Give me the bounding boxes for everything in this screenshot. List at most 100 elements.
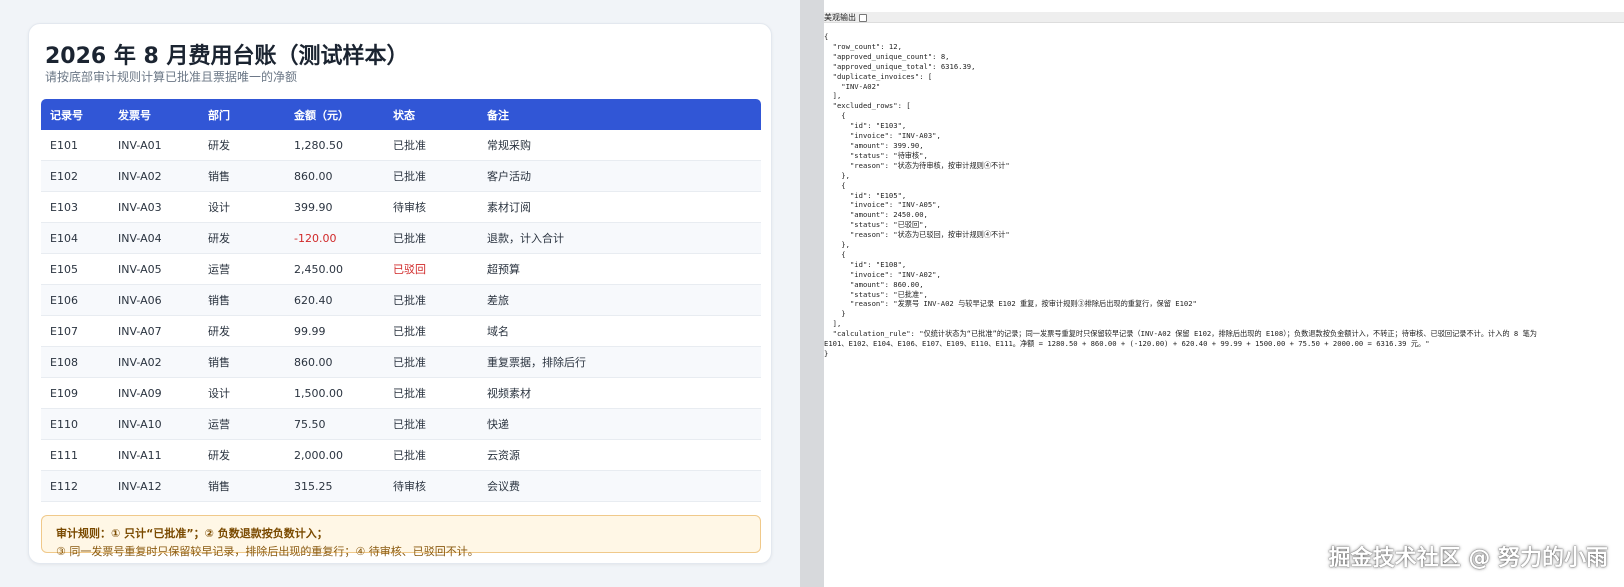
cell-amount: 399.90 bbox=[285, 192, 384, 223]
cell-amount: 2,450.00 bbox=[285, 254, 384, 285]
cell-note: 素材订阅 bbox=[478, 192, 761, 223]
cell-note: 云资源 bbox=[478, 440, 761, 471]
table-row: E110 INV-A10 运营 75.50 已批准 快递 bbox=[41, 409, 761, 440]
cell-amount: -120.00 bbox=[285, 223, 384, 254]
cell-invoice: INV-A05 bbox=[109, 254, 199, 285]
cell-id: E108 bbox=[41, 347, 109, 378]
cell-id: E110 bbox=[41, 409, 109, 440]
cell-note: 客户活动 bbox=[478, 161, 761, 192]
cell-dept: 运营 bbox=[199, 409, 285, 440]
cell-id: E111 bbox=[41, 440, 109, 471]
column-header-dept: 部门 bbox=[199, 99, 285, 130]
cell-note: 常规采购 bbox=[478, 130, 761, 161]
table-row: E107 INV-A07 研发 99.99 已批准 域名 bbox=[41, 316, 761, 347]
cell-invoice: INV-A02 bbox=[109, 347, 199, 378]
cell-note: 域名 bbox=[478, 316, 761, 347]
cell-status: 待审核 bbox=[384, 471, 478, 502]
cell-note: 会议费 bbox=[478, 471, 761, 502]
cell-note: 超预算 bbox=[478, 254, 761, 285]
cell-amount: 2,000.00 bbox=[285, 440, 384, 471]
cell-dept: 研发 bbox=[199, 440, 285, 471]
ledger-card: 2026 年 8 月费用台账（测试样本） 请按底部审计规则计算已批准且票据唯一的… bbox=[28, 23, 772, 564]
json-toolbar bbox=[824, 12, 1624, 23]
cell-id: E109 bbox=[41, 378, 109, 409]
cell-status: 已批准 bbox=[384, 409, 478, 440]
cell-invoice: INV-A09 bbox=[109, 378, 199, 409]
ledger-table-wrap: 记录号 发票号 部门 金额（元） 状态 备注 E101 INV-A01 研发 1,28… bbox=[41, 99, 761, 502]
cell-dept: 研发 bbox=[199, 316, 285, 347]
cell-dept: 研发 bbox=[199, 130, 285, 161]
table-header-row: 记录号 发票号 部门 金额（元） 状态 备注 bbox=[41, 99, 761, 130]
json-output-pane: 美观输出 { "row_count": 12, "approved_unique… bbox=[824, 0, 1624, 587]
pane-divider[interactable] bbox=[800, 0, 824, 587]
table-row: E106 INV-A06 销售 620.40 已批准 差旅 bbox=[41, 285, 761, 316]
cell-id: E106 bbox=[41, 285, 109, 316]
cell-invoice: INV-A06 bbox=[109, 285, 199, 316]
cell-amount: 620.40 bbox=[285, 285, 384, 316]
cell-status: 已批准 bbox=[384, 223, 478, 254]
cell-status: 已批准 bbox=[384, 130, 478, 161]
audit-rule-line1: 审计规则：① 只计“已批准”；② 负数退款按负数计入； bbox=[56, 527, 328, 540]
cell-note: 重复票据，排除后行 bbox=[478, 347, 761, 378]
cell-status: 已批准 bbox=[384, 440, 478, 471]
column-header-note: 备注 bbox=[478, 99, 761, 130]
cell-id: E112 bbox=[41, 471, 109, 502]
audit-rule-box: 审计规则：① 只计“已批准”；② 负数退款按负数计入； ③ 同一发票号重复时只保… bbox=[41, 515, 761, 558]
table-row: E104 INV-A04 研发 -120.00 已批准 退款，计入合计 bbox=[41, 223, 761, 254]
cell-id: E105 bbox=[41, 254, 109, 285]
cell-invoice: INV-A04 bbox=[109, 223, 199, 254]
cell-dept: 销售 bbox=[199, 161, 285, 192]
cell-status: 已批准 bbox=[384, 378, 478, 409]
cell-invoice: INV-A02 bbox=[109, 161, 199, 192]
cell-amount: 99.99 bbox=[285, 316, 384, 347]
cell-invoice: INV-A01 bbox=[109, 130, 199, 161]
table-row: E105 INV-A05 运营 2,450.00 已驳回 超预算 bbox=[41, 254, 761, 285]
cell-amount: 1,280.50 bbox=[285, 130, 384, 161]
pretty-print-label: 美观输出 bbox=[824, 13, 856, 22]
cell-status: 待审核 bbox=[384, 192, 478, 223]
cell-status: 已批准 bbox=[384, 285, 478, 316]
cell-id: E101 bbox=[41, 130, 109, 161]
cell-amount: 860.00 bbox=[285, 161, 384, 192]
table-row: E103 INV-A03 设计 399.90 待审核 素材订阅 bbox=[41, 192, 761, 223]
column-header-amount: 金额（元） bbox=[285, 99, 384, 130]
cell-dept: 研发 bbox=[199, 223, 285, 254]
cell-amount: 860.00 bbox=[285, 347, 384, 378]
audit-rule-line2: ③ 同一发票号重复时只保留较早记录，排除后出现的重复行；④ 待审核、已驳回不计。 bbox=[56, 545, 479, 558]
cell-invoice: INV-A12 bbox=[109, 471, 199, 502]
table-row: E111 INV-A11 研发 2,000.00 已批准 云资源 bbox=[41, 440, 761, 471]
cell-id: E102 bbox=[41, 161, 109, 192]
cell-note: 差旅 bbox=[478, 285, 761, 316]
cell-status: 已驳回 bbox=[384, 254, 478, 285]
cell-dept: 设计 bbox=[199, 378, 285, 409]
left-pane: 2026 年 8 月费用台账（测试样本） 请按底部审计规则计算已批准且票据唯一的… bbox=[0, 0, 800, 587]
table-row: E102 INV-A02 销售 860.00 已批准 客户活动 bbox=[41, 161, 761, 192]
cell-id: E103 bbox=[41, 192, 109, 223]
cell-id: E107 bbox=[41, 316, 109, 347]
cell-invoice: INV-A10 bbox=[109, 409, 199, 440]
table-row: E112 INV-A12 销售 315.25 待审核 会议费 bbox=[41, 471, 761, 502]
cell-status: 已批准 bbox=[384, 161, 478, 192]
pretty-print-toggle[interactable]: 美观输出 bbox=[824, 12, 867, 23]
pretty-print-checkbox[interactable] bbox=[859, 13, 867, 22]
cell-status: 已批准 bbox=[384, 316, 478, 347]
cell-dept: 运营 bbox=[199, 254, 285, 285]
table-row: E108 INV-A02 销售 860.00 已批准 重复票据，排除后行 bbox=[41, 347, 761, 378]
cell-invoice: INV-A11 bbox=[109, 440, 199, 471]
json-output-text: { "row_count": 12, "approved_unique_coun… bbox=[824, 32, 1537, 358]
cell-dept: 销售 bbox=[199, 471, 285, 502]
table-row: E109 INV-A09 设计 1,500.00 已批准 视频素材 bbox=[41, 378, 761, 409]
column-header-id: 记录号 bbox=[41, 99, 109, 130]
cell-note: 快递 bbox=[478, 409, 761, 440]
cell-note: 退款，计入合计 bbox=[478, 223, 761, 254]
cell-amount: 315.25 bbox=[285, 471, 384, 502]
ledger-table: 记录号 发票号 部门 金额（元） 状态 备注 E101 INV-A01 研发 1,28… bbox=[41, 99, 761, 502]
cell-dept: 设计 bbox=[199, 192, 285, 223]
cell-invoice: INV-A03 bbox=[109, 192, 199, 223]
cell-invoice: INV-A07 bbox=[109, 316, 199, 347]
page-title: 2026 年 8 月费用台账（测试样本） bbox=[45, 44, 409, 69]
cell-id: E104 bbox=[41, 223, 109, 254]
page-subtitle: 请按底部审计规则计算已批准且票据唯一的净额 bbox=[45, 70, 298, 84]
column-header-status: 状态 bbox=[384, 99, 478, 130]
watermark: 掘金技术社区 @ 努力的小雨 bbox=[1328, 546, 1608, 571]
